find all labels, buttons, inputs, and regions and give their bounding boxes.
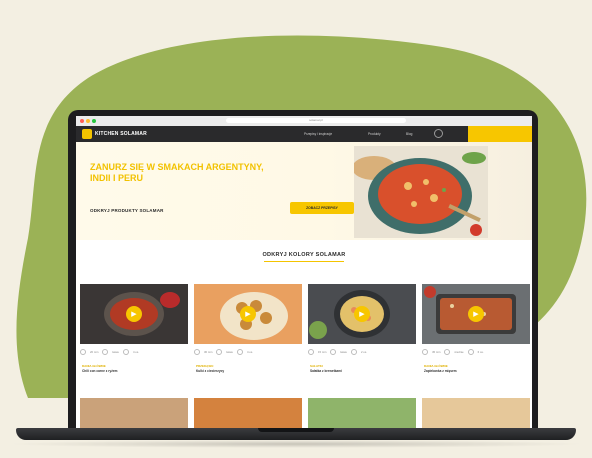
card-title[interactable]: Sałatka z krewetkami — [310, 369, 342, 373]
servings-icon — [350, 349, 357, 355]
card-meta: 15 min łatwe 2 os. — [308, 348, 416, 356]
difficulty-icon — [330, 349, 337, 355]
site-header: KITCHEN SOLAMAR Przepisy i inspiracje Pr… — [76, 126, 532, 142]
maximize-dot[interactable] — [92, 119, 96, 123]
nav-item-products[interactable]: Produkty — [368, 132, 381, 136]
card-meta: 45 min średnie 6 os. — [422, 348, 530, 356]
time-icon — [422, 349, 428, 355]
recipe-card-preview[interactable] — [194, 398, 302, 428]
servings-icon — [467, 349, 474, 355]
meta-servings: 2 os. — [360, 350, 368, 354]
hero-dish-image — [354, 146, 488, 238]
card-title[interactable]: Chili con carne z ryżem — [82, 369, 117, 373]
address-bar[interactable]: solamar.pl — [226, 118, 406, 123]
laptop-screen: solamar.pl KITCHEN SOLAMAR Przepisy i in… — [76, 116, 532, 428]
recipe-card-preview[interactable] — [422, 398, 530, 428]
logo-icon[interactable] — [82, 129, 92, 139]
meta-difficulty: łatwe — [340, 350, 347, 354]
play-icon[interactable]: ▶ — [240, 306, 256, 322]
time-icon — [308, 349, 314, 355]
section-underline — [264, 261, 344, 262]
time-icon — [80, 349, 86, 355]
recipe-card-preview[interactable] — [80, 398, 188, 428]
time-icon — [194, 349, 200, 355]
difficulty-icon — [444, 349, 451, 355]
meta-difficulty: średnie — [454, 350, 464, 354]
meta-time: 45 min — [432, 350, 441, 354]
play-icon[interactable]: ▶ — [354, 306, 370, 322]
card-meta: 20 min łatwe 4 os. — [80, 348, 188, 356]
recipe-card-preview[interactable] — [308, 398, 416, 428]
header-yellow-panel — [468, 126, 532, 142]
card-category: DANIA GŁÓWNE — [82, 364, 106, 368]
card-title[interactable]: Kulki z ciecierzycy — [196, 369, 224, 373]
meta-servings: 4 os. — [132, 350, 140, 354]
hero-cta-button[interactable]: ZOBACZ PRZEPISY — [290, 202, 354, 214]
card-meta: 30 min łatwe 4 os. — [194, 348, 302, 356]
hero-subtitle: ODKRYJ PRODUKTY SOLAMAR — [90, 208, 164, 213]
hero-title: ZANURZ SIĘ W SMAKACH ARGENTYNY, INDII I … — [90, 162, 264, 183]
minimize-dot[interactable] — [86, 119, 90, 123]
play-icon[interactable]: ▶ — [126, 306, 142, 322]
card-category: PRZEKĄSKI — [196, 364, 214, 368]
meta-time: 20 min — [90, 350, 99, 354]
meta-time: 30 min — [204, 350, 213, 354]
meta-servings: 4 os. — [246, 350, 254, 354]
servings-icon — [236, 349, 243, 355]
laptop-notch — [258, 428, 334, 432]
difficulty-icon — [102, 349, 109, 355]
site-logo-text[interactable]: KITCHEN SOLAMAR — [95, 131, 147, 137]
meta-difficulty: łatwe — [226, 350, 233, 354]
meta-time: 15 min — [318, 350, 327, 354]
card-title[interactable]: Zapiekanka z mięsem — [424, 369, 457, 373]
section-title: ODKRYJ KOLORY SOLAMAR — [262, 252, 346, 258]
difficulty-icon — [216, 349, 223, 355]
meta-difficulty: łatwe — [112, 350, 119, 354]
servings-icon — [122, 349, 129, 355]
window-controls — [80, 119, 96, 123]
hero-banner: ZANURZ SIĘ W SMAKACH ARGENTYNY, INDII I … — [76, 142, 532, 240]
nav-item-recipes[interactable]: Przepisy i inspiracje — [304, 132, 332, 136]
close-dot[interactable] — [80, 119, 84, 123]
card-category: SAŁATKI — [310, 364, 323, 368]
search-icon[interactable] — [434, 129, 443, 138]
meta-servings: 6 os. — [477, 350, 484, 354]
card-category: DANIA GŁÓWNE — [424, 364, 448, 368]
play-icon[interactable]: ▶ — [468, 306, 484, 322]
nav-item-blog[interactable]: Blog — [406, 132, 412, 136]
